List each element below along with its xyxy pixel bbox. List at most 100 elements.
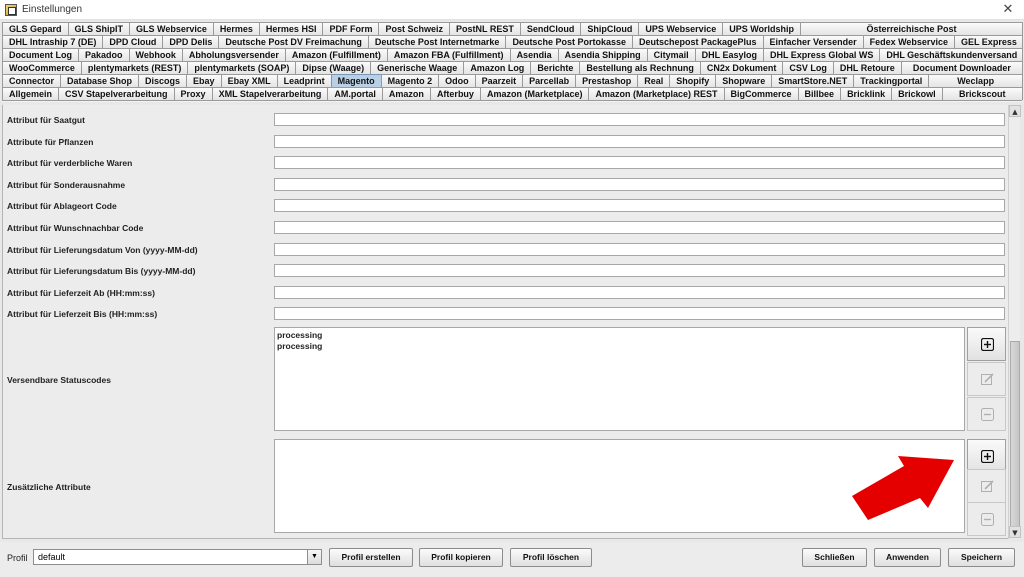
tab-allgemein[interactable]: Allgemein — [2, 87, 60, 100]
tab-weclapp[interactable]: Weclapp — [928, 74, 1023, 87]
tab-post-schweiz[interactable]: Post Schweiz — [378, 22, 450, 35]
tab-leadprint[interactable]: Leadprint — [276, 74, 332, 87]
tab-abholungsversender[interactable]: Abholungsversender — [181, 48, 286, 61]
tab-postnl-rest[interactable]: PostNL REST — [448, 22, 521, 35]
attribute-input[interactable] — [274, 156, 1005, 170]
tab-paarzeit[interactable]: Paarzeit — [474, 74, 524, 87]
delete-profile-button[interactable]: Profil löschen — [510, 548, 592, 567]
tab-webhook[interactable]: Webhook — [128, 48, 183, 61]
save-button[interactable]: Speichern — [948, 548, 1015, 567]
tab-csv-log[interactable]: CSV Log — [782, 61, 834, 74]
create-profile-button[interactable]: Profil erstellen — [329, 548, 413, 567]
tab-smartstore-net[interactable]: SmartStore.NET — [771, 74, 855, 87]
attribute-input[interactable] — [274, 199, 1005, 213]
attribute-input[interactable] — [274, 307, 1005, 321]
tab-am-portal[interactable]: AM.portal — [327, 87, 383, 100]
tab-dhl-geschäftskundenversand[interactable]: DHL Geschäftskundenversand — [879, 48, 1023, 61]
apply-button[interactable]: Anwenden — [874, 548, 941, 567]
tab-bestellung-als-rechnung[interactable]: Bestellung als Rechnung — [579, 61, 701, 74]
tab-deutsche-post-dv-freimachung[interactable]: Deutsche Post DV Freimachung — [218, 35, 369, 48]
vertical-scrollbar[interactable]: ▲ ▼ — [1008, 105, 1021, 539]
tab-csv-stapelverarbeitung[interactable]: CSV Stapelverarbeitung — [58, 87, 175, 100]
tab-dhl-express-global-ws[interactable]: DHL Express Global WS — [762, 48, 881, 61]
tab-shopware[interactable]: Shopware — [715, 74, 773, 87]
tab-amazon[interactable]: Amazon — [381, 87, 431, 100]
list-item[interactable]: processing — [277, 330, 962, 341]
scroll-down-arrow-icon[interactable]: ▼ — [1009, 526, 1021, 538]
tab-deutsche-post-portokasse[interactable]: Deutsche Post Portokasse — [505, 35, 633, 48]
tab-deutsche-post-internetmarke[interactable]: Deutsche Post Internetmarke — [367, 35, 507, 48]
tab-sendcloud[interactable]: SendCloud — [519, 22, 582, 35]
tab-ebay-xml[interactable]: Ebay XML — [220, 74, 278, 87]
tab-amazon-marketplace-rest[interactable]: Amazon (Marketplace) REST — [588, 87, 725, 100]
tab-ups-webservice[interactable]: UPS Webservice — [638, 22, 724, 35]
tab-billbee[interactable]: Billbee — [797, 87, 842, 100]
tab-prestashop[interactable]: Prestashop — [575, 74, 639, 87]
chevron-down-icon[interactable]: ▼ — [307, 550, 321, 564]
tab-cn2x-dokument[interactable]: CN2x Dokument — [699, 61, 784, 74]
tab-deutschepost-packageplus[interactable]: Deutschepost PackagePlus — [631, 35, 764, 48]
tab-gls-gepard[interactable]: GLS Gepard — [2, 22, 69, 35]
tab-dhl-intraship-7-de[interactable]: DHL Intraship 7 (DE) — [2, 35, 104, 48]
tab-bigcommerce[interactable]: BigCommerce — [723, 87, 799, 100]
tab-amazon-fba-fulfillment[interactable]: Amazon FBA (Fulfillment) — [386, 48, 511, 61]
tab-amazon-fulfillment[interactable]: Amazon (Fulfillment) — [284, 48, 388, 61]
attribute-input[interactable] — [274, 177, 1005, 191]
tab-trackingportal[interactable]: Trackingportal — [853, 74, 930, 87]
tab-bricklink[interactable]: Bricklink — [840, 87, 893, 100]
tab-asendia-shipping[interactable]: Asendia Shipping — [557, 48, 648, 61]
edit-status-code-button[interactable] — [967, 362, 1006, 396]
tab-afterbuy[interactable]: Afterbuy — [429, 87, 481, 100]
tab-österreichische-post[interactable]: Österreichische Post — [800, 22, 1023, 35]
tab-dipse-waage[interactable]: Dipse (Waage) — [295, 61, 372, 74]
tab-parcellab[interactable]: Parcellab — [522, 74, 577, 87]
remove-attribute-button[interactable] — [967, 502, 1006, 536]
tab-gel-express[interactable]: GEL Express — [953, 35, 1023, 48]
remove-status-code-button[interactable] — [967, 397, 1006, 431]
tab-pakadoo[interactable]: Pakadoo — [78, 48, 130, 61]
tab-asendia[interactable]: Asendia — [509, 48, 559, 61]
close-button[interactable]: Schließen — [802, 548, 867, 567]
attribute-input[interactable] — [274, 264, 1005, 278]
tab-ebay[interactable]: Ebay — [186, 74, 222, 87]
tab-hermes[interactable]: Hermes — [212, 22, 260, 35]
tab-dhl-retoure[interactable]: DHL Retoure — [832, 61, 902, 74]
tab-plentymarkets-rest[interactable]: plentymarkets (REST) — [80, 61, 189, 74]
tab-magento-2[interactable]: Magento 2 — [380, 74, 440, 87]
tab-berichte[interactable]: Berichte — [530, 61, 581, 74]
tab-pdf-form[interactable]: PDF Form — [322, 22, 380, 35]
tab-gls-shipit[interactable]: GLS ShipIT — [67, 22, 131, 35]
add-attribute-button[interactable] — [967, 439, 1006, 473]
attribute-input[interactable] — [274, 134, 1005, 148]
attribute-input[interactable] — [274, 113, 1005, 126]
copy-profile-button[interactable]: Profil kopieren — [419, 548, 503, 567]
tab-document-log[interactable]: Document Log — [2, 48, 79, 61]
tab-generische-waage[interactable]: Generische Waage — [370, 61, 465, 74]
tab-brickowl[interactable]: Brickowl — [891, 87, 943, 100]
tab-hermes-hsi[interactable]: Hermes HSI — [258, 22, 324, 35]
tab-dhl-easylog[interactable]: DHL Easylog — [694, 48, 764, 61]
attribute-input[interactable] — [274, 221, 1005, 234]
edit-attribute-button[interactable] — [967, 469, 1006, 503]
tab-xml-stapelverarbeitung[interactable]: XML Stapelverarbeitung — [211, 87, 329, 100]
tab-shopify[interactable]: Shopify — [669, 74, 717, 87]
tab-document-downloader[interactable]: Document Downloader — [900, 61, 1023, 74]
tab-database-shop[interactable]: Database Shop — [60, 74, 140, 87]
tab-amazon-log[interactable]: Amazon Log — [463, 61, 532, 74]
tab-dpd-delis[interactable]: DPD Delis — [162, 35, 220, 48]
tab-real[interactable]: Real — [637, 74, 671, 87]
tab-plentymarkets-soap[interactable]: plentymarkets (SOAP) — [187, 61, 297, 74]
tab-fedex-webservice[interactable]: Fedex Webservice — [862, 35, 955, 48]
tab-brickscout[interactable]: Brickscout — [941, 87, 1023, 100]
tab-odoo[interactable]: Odoo — [438, 74, 476, 87]
scroll-up-arrow-icon[interactable]: ▲ — [1009, 105, 1021, 117]
scroll-thumb[interactable] — [1010, 341, 1020, 529]
list-item[interactable]: processing — [277, 341, 962, 352]
tab-discogs[interactable]: Discogs — [138, 74, 188, 87]
attribute-input[interactable] — [274, 242, 1005, 256]
tab-amazon-marketplace[interactable]: Amazon (Marketplace) — [479, 87, 590, 100]
tab-gls-webservice[interactable]: GLS Webservice — [129, 22, 214, 35]
tab-dpd-cloud[interactable]: DPD Cloud — [102, 35, 164, 48]
tab-ups-worldship[interactable]: UPS Worldship — [722, 22, 802, 35]
tab-connector[interactable]: Connector — [2, 74, 61, 87]
